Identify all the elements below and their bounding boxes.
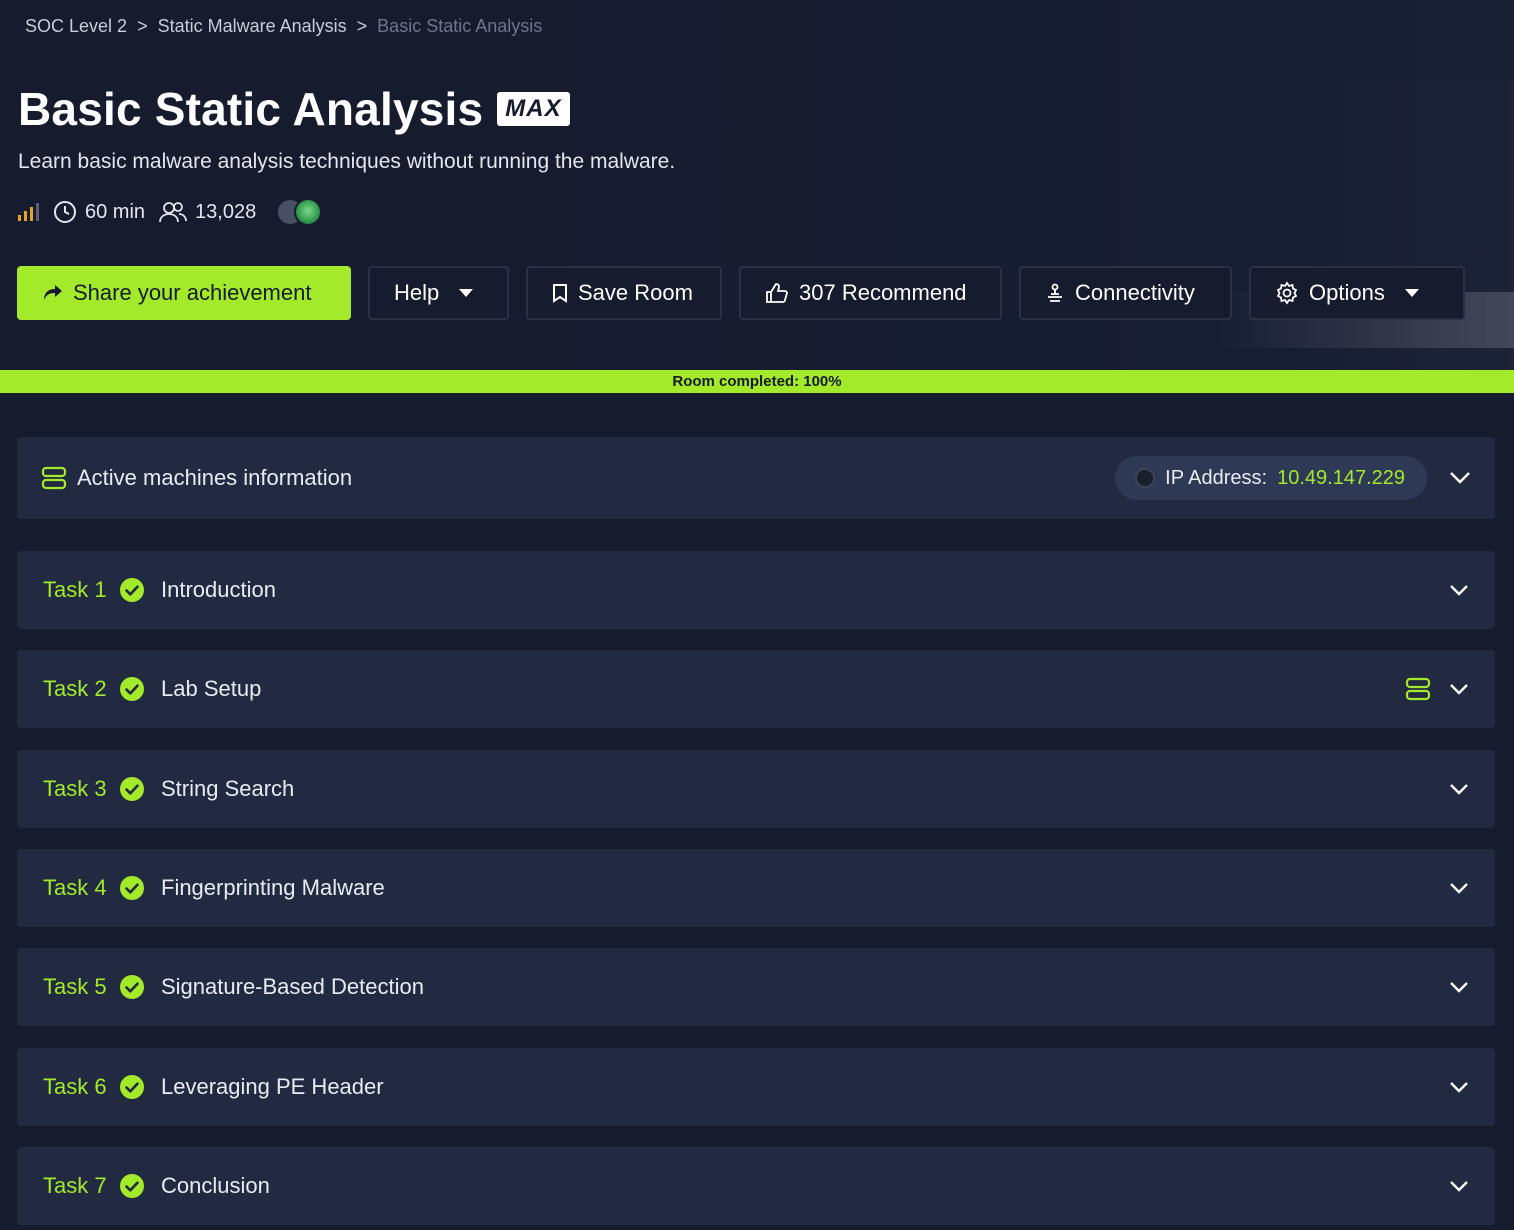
room-subtitle: Learn basic malware analysis techniques … [18,150,676,173]
avatar-group[interactable] [276,198,323,226]
share-achievement-button[interactable]: Share your achievement [17,266,351,320]
check-circle-icon [120,578,144,602]
gear-icon [1276,281,1298,305]
title-row: Basic Static Analysis MAX [18,82,570,136]
task-controls [1449,783,1469,795]
chevron-down-icon[interactable] [1449,467,1471,489]
server-icon[interactable] [1405,677,1431,701]
duration: 60 min [53,200,145,224]
task-controls [1449,1180,1469,1192]
server-icon [41,466,67,490]
options-button[interactable]: Options [1249,266,1465,320]
share-achievement-label: Share your achievement [73,280,312,305]
users-count: 13,028 [159,200,256,224]
ip-address-label: IP Address: [1165,466,1268,489]
caret-down-icon [459,289,474,297]
task-controls [1449,882,1469,894]
task-row-5[interactable]: Task 5 Signature-Based Detection [17,948,1495,1026]
chevron-down-icon[interactable] [1449,584,1469,596]
recommend-button[interactable]: 307 Recommend [739,266,1002,320]
task-row-7[interactable]: Task 7 Conclusion [17,1147,1495,1225]
options-label: Options [1309,280,1385,305]
check-circle-icon [120,677,144,701]
ip-address-value: 10.49.147.229 [1277,466,1405,489]
active-machines-panel[interactable]: Active machines information IP Address: … [17,437,1495,519]
breadcrumb-item-current: Basic Static Analysis [377,15,543,36]
task-title: Signature-Based Detection [161,974,424,999]
chevron-down-icon[interactable] [1449,1180,1469,1192]
task-number: Task 3 [43,776,107,801]
room-meta: 60 min 13,028 [18,198,323,226]
check-circle-icon [120,1075,144,1099]
task-number: Task 1 [43,577,107,602]
chevron-down-icon[interactable] [1449,1081,1469,1093]
chevron-down-icon[interactable] [1449,882,1469,894]
task-number: Task 4 [43,875,107,900]
task-row-4[interactable]: Task 4 Fingerprinting Malware [17,849,1495,927]
task-number: Task 5 [43,974,107,999]
task-title: Lab Setup [161,676,262,701]
caret-down-icon [1404,289,1419,297]
recommend-label: 307 Recommend [799,280,967,305]
breadcrumb-item-soc-level-2[interactable]: SOC Level 2 [25,16,127,37]
breadcrumb-separator: > [356,15,368,36]
machine-status-icon [1135,468,1156,488]
save-room-button[interactable]: Save Room [526,266,722,320]
task-title: Fingerprinting Malware [161,875,385,900]
task-controls [1449,584,1469,596]
help-label: Help [394,280,440,305]
room-progress-bar: Room completed: 100% [0,370,1514,393]
connectivity-label: Connectivity [1075,280,1195,305]
save-room-label: Save Room [578,280,693,305]
help-button[interactable]: Help [368,266,509,320]
max-badge: MAX [497,92,570,126]
task-row-6[interactable]: Task 6 Leveraging PE Header [17,1048,1495,1126]
progress-label: Room completed: 100% [672,373,842,390]
check-circle-icon [120,777,144,801]
breadcrumb: SOC Level 2 > Static Malware Analysis > … [25,14,542,38]
active-machines-header: Active machines information [41,465,352,491]
users-icon [159,202,187,223]
signal-bars-icon [18,203,39,221]
check-circle-icon [120,876,144,900]
task-controls [1405,677,1469,701]
task-controls [1449,1081,1469,1093]
connectivity-button[interactable]: Connectivity [1019,266,1232,320]
duration-text: 60 min [85,200,146,223]
check-circle-icon [120,1174,144,1198]
task-title: Leveraging PE Header [161,1074,384,1099]
connectivity-icon [1048,283,1062,302]
breadcrumb-item-static-malware-analysis[interactable]: Static Malware Analysis [158,16,347,37]
share-icon [44,285,62,300]
room-actions: Share your achievement Help Save Room 30… [17,266,1465,320]
page-title: Basic Static Analysis [18,83,484,135]
task-row-3[interactable]: Task 3 String Search [17,750,1495,828]
clock-icon [54,201,76,223]
task-title: Conclusion [161,1173,270,1198]
task-title: String Search [161,776,295,801]
chevron-down-icon[interactable] [1449,683,1469,695]
task-row-1[interactable]: Task 1 Introduction [17,551,1495,629]
room-page: SOC Level 2 > Static Malware Analysis > … [0,0,1514,1230]
task-row-2[interactable]: Task 2 Lab Setup [17,650,1495,728]
chevron-down-icon[interactable] [1449,783,1469,795]
thumbs-up-icon [766,283,788,303]
task-controls [1449,981,1469,993]
chevron-down-icon[interactable] [1449,981,1469,993]
breadcrumb-separator: > [137,15,148,36]
task-number: Task 2 [43,676,107,701]
task-number: Task 6 [43,1074,107,1099]
task-number: Task 7 [43,1173,107,1198]
active-machines-label: Active machines information [77,465,353,490]
task-title: Introduction [161,577,276,602]
ip-address-pill[interactable]: IP Address: 10.49.147.229 [1115,456,1427,500]
users-count-text: 13,028 [195,200,257,223]
bookmark-icon [553,284,567,303]
check-circle-icon [120,975,144,999]
room-header: SOC Level 2 > Static Malware Analysis > … [0,0,1514,370]
avatar [294,198,323,226]
